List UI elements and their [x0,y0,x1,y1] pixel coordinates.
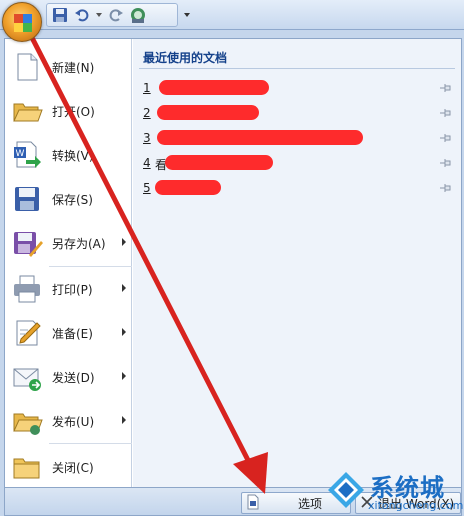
submenu-arrow-icon [122,372,126,380]
recent-document[interactable]: 2 [141,104,457,124]
recent-document-number: 1 [143,81,151,95]
submenu-arrow-icon [122,284,126,292]
send-icon [11,361,43,393]
quick-access-group [46,3,178,27]
menu-item-convert[interactable]: W 转换(V) [5,133,132,177]
pin-icon[interactable] [439,82,453,94]
publish-icon [11,405,43,437]
menu-item-open[interactable]: 打开(O) [5,89,132,133]
recent-document[interactable]: 1 [141,79,457,99]
new-document-icon [11,51,43,83]
menu-item-close[interactable]: 关闭(C) [5,445,132,489]
watermark-url: xitongcheng.com [368,499,464,512]
redaction-mark [159,80,269,95]
menu-item-label: 关闭(C) [52,461,94,475]
menu-item-print[interactable]: 打印(P) [5,267,132,311]
svg-text:W: W [16,149,25,159]
menu-item-label: 打开(O) [52,105,95,119]
recent-divider [139,68,455,69]
save-icon[interactable] [51,6,69,24]
recent-document-number: 3 [143,131,151,145]
recent-documents-title: 最近使用的文档 [143,51,228,65]
menu-item-label: 准备(E) [52,327,93,341]
submenu-arrow-icon [122,328,126,336]
open-folder-icon [11,95,43,127]
convert-icon: W [11,139,43,171]
menu-item-save[interactable]: 保存(S) [5,177,132,221]
recent-document-number: 5 [143,181,151,195]
site-watermark: 系统城 xitongcheng.com [322,468,464,516]
submenu-arrow-icon [122,416,126,424]
recent-documents-panel: 最近使用的文档 1 2 3 4 看 5 [133,39,461,487]
redaction-mark [157,105,259,120]
submenu-arrow-icon [122,238,126,246]
print-preview-icon[interactable] [129,6,147,24]
menu-item-label: 发布(U) [52,415,95,429]
menu-item-save-as[interactable]: 另存为(A) [5,221,132,265]
menu-item-label: 新建(N) [52,61,95,75]
undo-dropdown-icon[interactable] [95,6,103,24]
recent-document[interactable]: 5 [141,179,457,199]
printer-icon [11,273,43,305]
menu-item-prepare[interactable]: 准备(E) [5,311,132,355]
save-icon [11,183,43,215]
pin-icon[interactable] [439,107,453,119]
options-label: 选项 [298,496,323,511]
redaction-mark [165,155,273,170]
recent-document[interactable]: 4 看 [141,154,457,174]
recent-document-number: 2 [143,106,151,120]
menu-item-send[interactable]: 发送(D) [5,355,132,399]
redaction-mark [155,180,221,195]
recent-document-number: 4 [143,156,151,170]
redo-icon[interactable] [107,6,125,24]
menu-divider [49,443,132,444]
menu-item-label: 打印(P) [52,283,93,297]
pin-icon[interactable] [439,132,453,144]
close-folder-icon [11,451,43,483]
office-menu: 新建(N) 打开(O) W 转换(V) 保存(S) 另存为(A) 打印(P) 准… [4,38,462,488]
customize-dropdown-icon[interactable] [182,9,192,19]
save-as-icon [11,227,43,259]
pin-icon[interactable] [439,182,453,194]
options-icon [246,494,260,513]
redaction-mark [157,130,363,145]
recent-document[interactable]: 3 [141,129,457,149]
menu-item-publish[interactable]: 发布(U) [5,399,132,443]
prepare-icon [11,317,43,349]
menu-item-label: 保存(S) [52,193,93,207]
office-logo-icon [14,14,32,32]
menu-commands: 新建(N) 打开(O) W 转换(V) 保存(S) 另存为(A) 打印(P) 准… [5,39,132,487]
menu-item-label: 另存为(A) [52,237,106,251]
menu-item-label: 发送(D) [52,371,95,385]
watermark-name: 系统城 [370,474,445,502]
menu-item-new[interactable]: 新建(N) [5,45,132,89]
menu-item-label: 转换(V) [52,149,94,163]
undo-icon[interactable] [73,6,91,24]
office-button[interactable] [2,2,42,42]
pin-icon[interactable] [439,157,453,169]
quick-access-toolbar [0,0,464,30]
watermark-logo-icon [328,472,364,508]
